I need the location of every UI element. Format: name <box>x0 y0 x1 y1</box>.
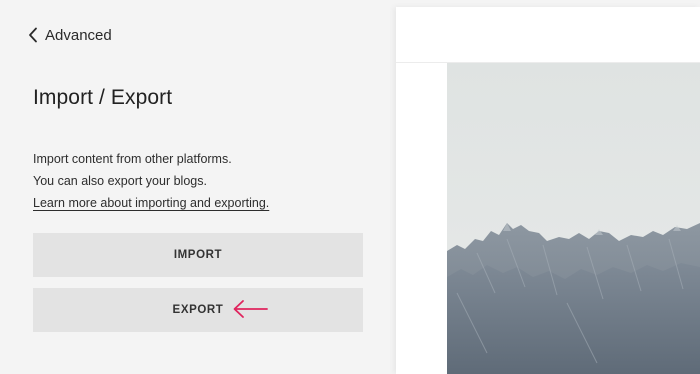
left-arrow-icon <box>231 297 269 321</box>
import-button[interactable]: IMPORT <box>33 233 363 277</box>
description-line-1: Import content from other platforms. <box>33 152 232 166</box>
preview-header <box>396 7 700 63</box>
settings-panel: Advanced Import / Export Import content … <box>0 0 396 374</box>
site-preview <box>396 7 700 374</box>
app-root: Advanced Import / Export Import content … <box>0 0 700 374</box>
chevron-left-icon <box>26 26 40 44</box>
back-link-label: Advanced <box>45 26 112 44</box>
page-title: Import / Export <box>33 86 173 109</box>
hero-image-mountains <box>447 63 700 374</box>
export-button[interactable]: EXPORT <box>33 288 363 332</box>
back-link[interactable]: Advanced <box>26 24 112 46</box>
description-line-2: You can also export your blogs. <box>33 174 207 188</box>
learn-more-link[interactable]: Learn more about importing and exporting… <box>33 196 269 210</box>
help-link-row: Learn more about importing and exporting… <box>33 192 269 214</box>
description: Import content from other platforms. You… <box>33 148 269 214</box>
